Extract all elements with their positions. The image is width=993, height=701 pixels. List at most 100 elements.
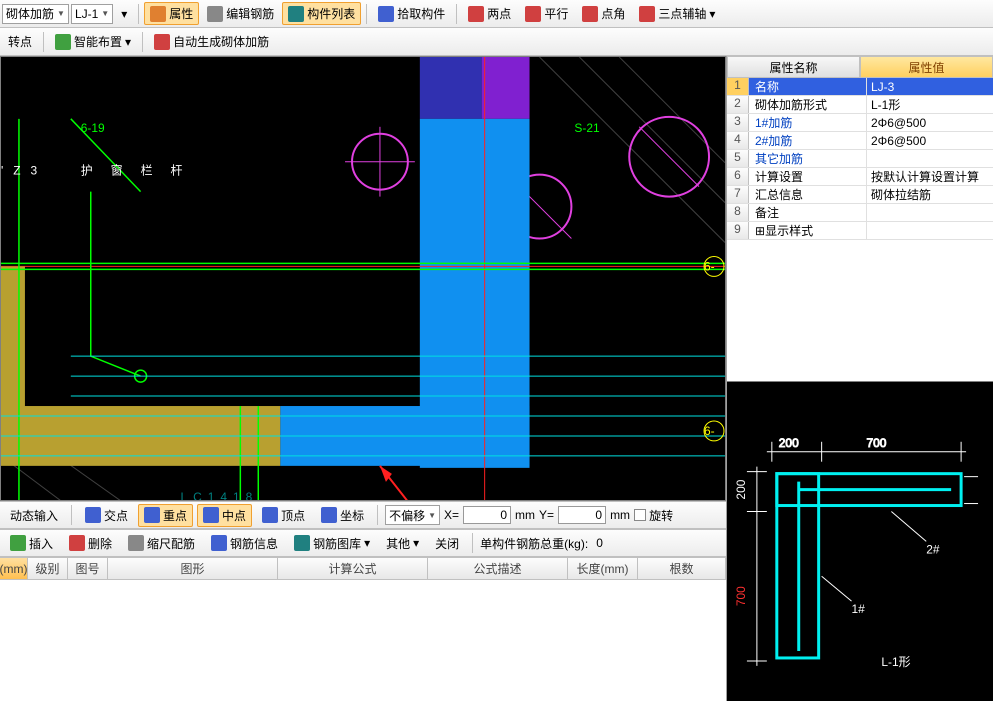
property-row[interactable]: 5其它加筋 <box>727 150 993 168</box>
property-header: 属性名称 属性值 <box>727 56 993 78</box>
svg-text:6-: 6- <box>704 424 715 438</box>
property-row[interactable]: 6计算设置按默认计算设置计算 <box>727 168 993 186</box>
property-row[interactable]: 42#加筋2Φ6@500 <box>727 132 993 150</box>
angle-icon <box>582 6 598 22</box>
axis-label-s21: S-21 <box>574 121 600 135</box>
grid-header-level[interactable]: 级别 <box>28 558 68 579</box>
grid-header-figno[interactable]: 图号 <box>68 558 108 579</box>
grid-header-length[interactable]: 长度(mm) <box>568 558 638 579</box>
svg-text:6-: 6- <box>704 259 715 273</box>
property-key: 砌体加筋形式 <box>749 96 867 113</box>
svg-text:700: 700 <box>734 586 748 606</box>
property-fill <box>727 240 993 381</box>
property-key: 2#加筋 <box>749 132 867 149</box>
snap-intersect[interactable]: 交点 <box>79 504 134 527</box>
expand-icon[interactable]: ⊞ <box>755 224 765 238</box>
drawing-text-main: 护窗栏杆 <box>81 163 201 178</box>
property-row[interactable]: 2砌体加筋形式L-1形 <box>727 96 993 114</box>
list-icon <box>288 6 304 22</box>
drawing-canvas[interactable]: 6-19 S-21 6- 6- 'Z3 护窗栏杆 LC1418 是把这个地方的长… <box>0 56 726 501</box>
property-value[interactable]: LJ-3 <box>867 78 993 95</box>
center-icon <box>203 507 219 523</box>
property-key: 计算设置 <box>749 168 867 185</box>
row-number: 4 <box>727 132 749 149</box>
pencil-icon <box>207 6 223 22</box>
shape-label: L-1形 <box>881 655 910 669</box>
member-list-button[interactable]: 构件列表 <box>282 2 361 25</box>
unit-weight-label: 单构件钢筋总重(kg): <box>480 535 588 552</box>
toolbar-1: 砌体加筋▼ LJ-1▼ ▾ 属性 编辑钢筋 构件列表 拾取构件 两点 平行 点角… <box>0 0 993 28</box>
property-key: 其它加筋 <box>749 150 867 167</box>
rebar-library-button[interactable]: 钢筋图库▾ <box>288 532 376 555</box>
grid-header-desc[interactable]: 公式描述 <box>428 558 568 579</box>
snap-toolbar: 动态输入 交点 重点 中点 顶点 坐标 不偏移▼ X= mm Y= mm 旋转 <box>0 501 726 529</box>
snap-perp[interactable]: 坐标 <box>315 504 370 527</box>
svg-text:1#: 1# <box>852 602 866 616</box>
property-value[interactable]: 2Φ6@500 <box>867 132 993 149</box>
property-value[interactable]: 2Φ6@500 <box>867 114 993 131</box>
attributes-icon <box>150 6 166 22</box>
property-row[interactable]: 9⊞ 显示样式 <box>727 222 993 240</box>
smart-place-button[interactable]: 智能布置▾ <box>49 30 137 53</box>
close-button[interactable]: 关闭 <box>429 532 465 555</box>
property-value[interactable]: L-1形 <box>867 96 993 113</box>
other-button[interactable]: 其他▾ <box>380 532 425 555</box>
property-header-name: 属性名称 <box>727 56 860 78</box>
member-dropdown[interactable]: LJ-1▼ <box>71 4 113 24</box>
property-value[interactable] <box>867 150 993 167</box>
point-angle-button[interactable]: 点角 <box>576 2 631 25</box>
rebar-info-button[interactable]: 钢筋信息 <box>205 532 284 555</box>
rotate-point-button[interactable]: 转点 <box>2 30 38 53</box>
shape-diagram: 200 700 200 700 <box>727 381 993 701</box>
snap-midpoint[interactable]: 重点 <box>138 504 193 527</box>
attributes-button[interactable]: 属性 <box>144 2 199 25</box>
y-input[interactable] <box>558 506 606 524</box>
row-number: 7 <box>727 186 749 203</box>
property-value[interactable]: 砌体拉结筋 <box>867 186 993 203</box>
scale-rebar-button[interactable]: 缩尺配筋 <box>122 532 201 555</box>
grid-header-formula[interactable]: 计算公式 <box>278 558 428 579</box>
property-row[interactable]: 1名称LJ-3 <box>727 78 993 96</box>
parallel-button[interactable]: 平行 <box>519 2 574 25</box>
property-key: 1#加筋 <box>749 114 867 131</box>
property-value[interactable] <box>867 204 993 221</box>
more-dropdown[interactable]: ▾ <box>115 4 133 24</box>
mid-icon <box>144 507 160 523</box>
snap-vertex[interactable]: 顶点 <box>256 504 311 527</box>
smart-icon <box>55 34 71 50</box>
snap-center[interactable]: 中点 <box>197 504 252 527</box>
three-point-aux-button[interactable]: 三点辅轴▾ <box>633 2 721 25</box>
row-number: 5 <box>727 150 749 167</box>
x-input[interactable] <box>463 506 511 524</box>
toolbar-2: 转点 智能布置▾ 自动生成砌体加筋 <box>0 28 993 56</box>
property-row[interactable]: 31#加筋2Φ6@500 <box>727 114 993 132</box>
auto-icon <box>154 34 170 50</box>
perp-icon <box>321 507 337 523</box>
dynamic-input-button[interactable]: 动态输入 <box>4 504 64 527</box>
drawing-text-z3: 'Z3 <box>1 164 47 178</box>
property-key: ⊞ 显示样式 <box>749 222 867 239</box>
minus-icon <box>69 535 85 551</box>
property-value[interactable]: 按默认计算设置计算 <box>867 168 993 185</box>
lib-icon <box>294 535 310 551</box>
svg-text:200: 200 <box>779 436 799 450</box>
row-number: 2 <box>727 96 749 113</box>
edit-rebar-button[interactable]: 编辑钢筋 <box>201 2 280 25</box>
grid-body[interactable] <box>0 580 726 694</box>
offset-dropdown[interactable]: 不偏移▼ <box>385 505 440 525</box>
two-point-button[interactable]: 两点 <box>462 2 517 25</box>
category-dropdown[interactable]: 砌体加筋▼ <box>2 4 69 24</box>
auto-generate-button[interactable]: 自动生成砌体加筋 <box>148 30 275 53</box>
property-value[interactable] <box>867 222 993 239</box>
delete-button[interactable]: 删除 <box>63 532 118 555</box>
two-point-icon <box>468 6 484 22</box>
property-row[interactable]: 7汇总信息砌体拉结筋 <box>727 186 993 204</box>
grid-header-count[interactable]: 根数 <box>638 558 726 579</box>
grid-header-shape[interactable]: 图形 <box>108 558 278 579</box>
rotate-checkbox[interactable]: 旋转 <box>634 507 673 524</box>
property-row[interactable]: 8备注 <box>727 204 993 222</box>
axis-label-6-19: 6-19 <box>81 121 105 135</box>
insert-button[interactable]: 插入 <box>4 532 59 555</box>
pick-member-button[interactable]: 拾取构件 <box>372 2 451 25</box>
svg-text:200: 200 <box>734 479 748 499</box>
